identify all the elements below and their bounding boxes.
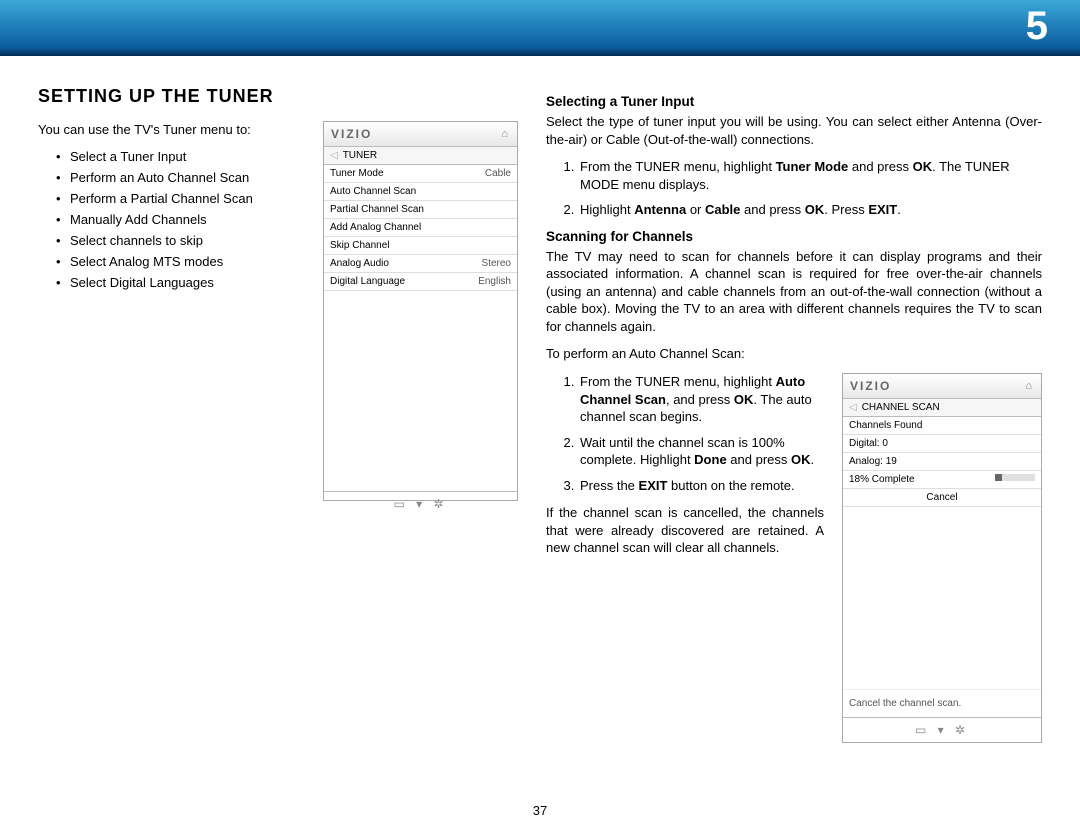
brand-logo: VIZIO [850, 379, 891, 393]
menu-title: TUNER [343, 150, 377, 161]
progress-label: 18% Complete [849, 474, 915, 485]
home-icon: ⌂ [1025, 380, 1034, 392]
row-label: Partial Channel Scan [330, 204, 424, 215]
selecting-input-steps: From the TUNER menu, highlight Tuner Mod… [578, 158, 1042, 219]
progress-fill [995, 474, 1002, 481]
list-item: Wait until the channel scan is 100% comp… [578, 434, 824, 469]
paragraph: If the channel scan is cancelled, the ch… [546, 504, 824, 557]
list-item: From the TUNER menu, highlight Tuner Mod… [578, 158, 1042, 193]
subsection-heading: Scanning for Channels [546, 229, 1042, 244]
row-label: Channels Found [849, 420, 922, 431]
home-icon: ⌂ [501, 128, 510, 140]
hint-text: Cancel the channel scan. [843, 689, 1041, 717]
list-item: Highlight Antenna or Cable and press OK.… [578, 201, 1042, 219]
row-value: Cable [485, 168, 511, 179]
paragraph: The TV may need to scan for channels bef… [546, 248, 1042, 336]
row-label: Analog Audio [330, 258, 389, 269]
header-band: 5 [0, 0, 1080, 56]
tuner-menu-screenshot: VIZIO ⌂ ◁ TUNER Tuner Mode Cable Auto Cha… [323, 121, 518, 501]
row-label: Analog: 19 [849, 456, 897, 467]
progress-bar [995, 474, 1035, 481]
footer-icons: ▭ ▾ ✲ [843, 717, 1041, 742]
scan-steps: From the TUNER menu, highlight Auto Chan… [578, 373, 824, 494]
list-item: Select channels to skip [56, 233, 303, 248]
back-icon: ◁ [849, 402, 857, 413]
row-label: Digital: 0 [849, 438, 888, 449]
row-label: Skip Channel [330, 240, 389, 251]
list-item: Select a Tuner Input [56, 149, 303, 164]
left-column: Setting Up the Tuner You can use the TV'… [38, 86, 518, 743]
chapter-number: 5 [1026, 4, 1048, 49]
list-item: Select Analog MTS modes [56, 254, 303, 269]
page-body: Setting Up the Tuner You can use the TV'… [0, 56, 1080, 743]
subsection-heading: Selecting a Tuner Input [546, 94, 1042, 109]
row-value: Stereo [482, 258, 511, 269]
page-number: 37 [0, 803, 1080, 818]
row-value: English [478, 276, 511, 287]
intro-text: You can use the TV's Tuner menu to: [38, 121, 303, 139]
list-item: From the TUNER menu, highlight Auto Chan… [578, 373, 824, 426]
channel-scan-screenshot: VIZIO ⌂ ◁ CHANNEL SCAN Channels Found Di… [842, 373, 1042, 743]
section-heading: Setting Up the Tuner [38, 86, 518, 107]
row-label: Add Analog Channel [330, 222, 421, 233]
paragraph: To perform an Auto Channel Scan: [546, 345, 1042, 363]
right-column: Selecting a Tuner Input Select the type … [546, 86, 1042, 743]
back-icon: ◁ [330, 150, 338, 161]
list-item: Press the EXIT button on the remote. [578, 477, 824, 495]
row-label: Tuner Mode [330, 168, 384, 179]
footer-icons: ▭ ▾ ✲ [324, 491, 517, 516]
tuner-bullet-list: Select a Tuner Input Perform an Auto Cha… [56, 149, 303, 290]
row-label: Digital Language [330, 276, 405, 287]
menu-title: CHANNEL SCAN [862, 402, 940, 413]
list-item: Manually Add Channels [56, 212, 303, 227]
cancel-row: Cancel [843, 489, 1041, 507]
list-item: Perform an Auto Channel Scan [56, 170, 303, 185]
paragraph: Select the type of tuner input you will … [546, 113, 1042, 148]
brand-logo: VIZIO [331, 127, 372, 141]
list-item: Select Digital Languages [56, 275, 303, 290]
row-label: Auto Channel Scan [330, 186, 416, 197]
list-item: Perform a Partial Channel Scan [56, 191, 303, 206]
